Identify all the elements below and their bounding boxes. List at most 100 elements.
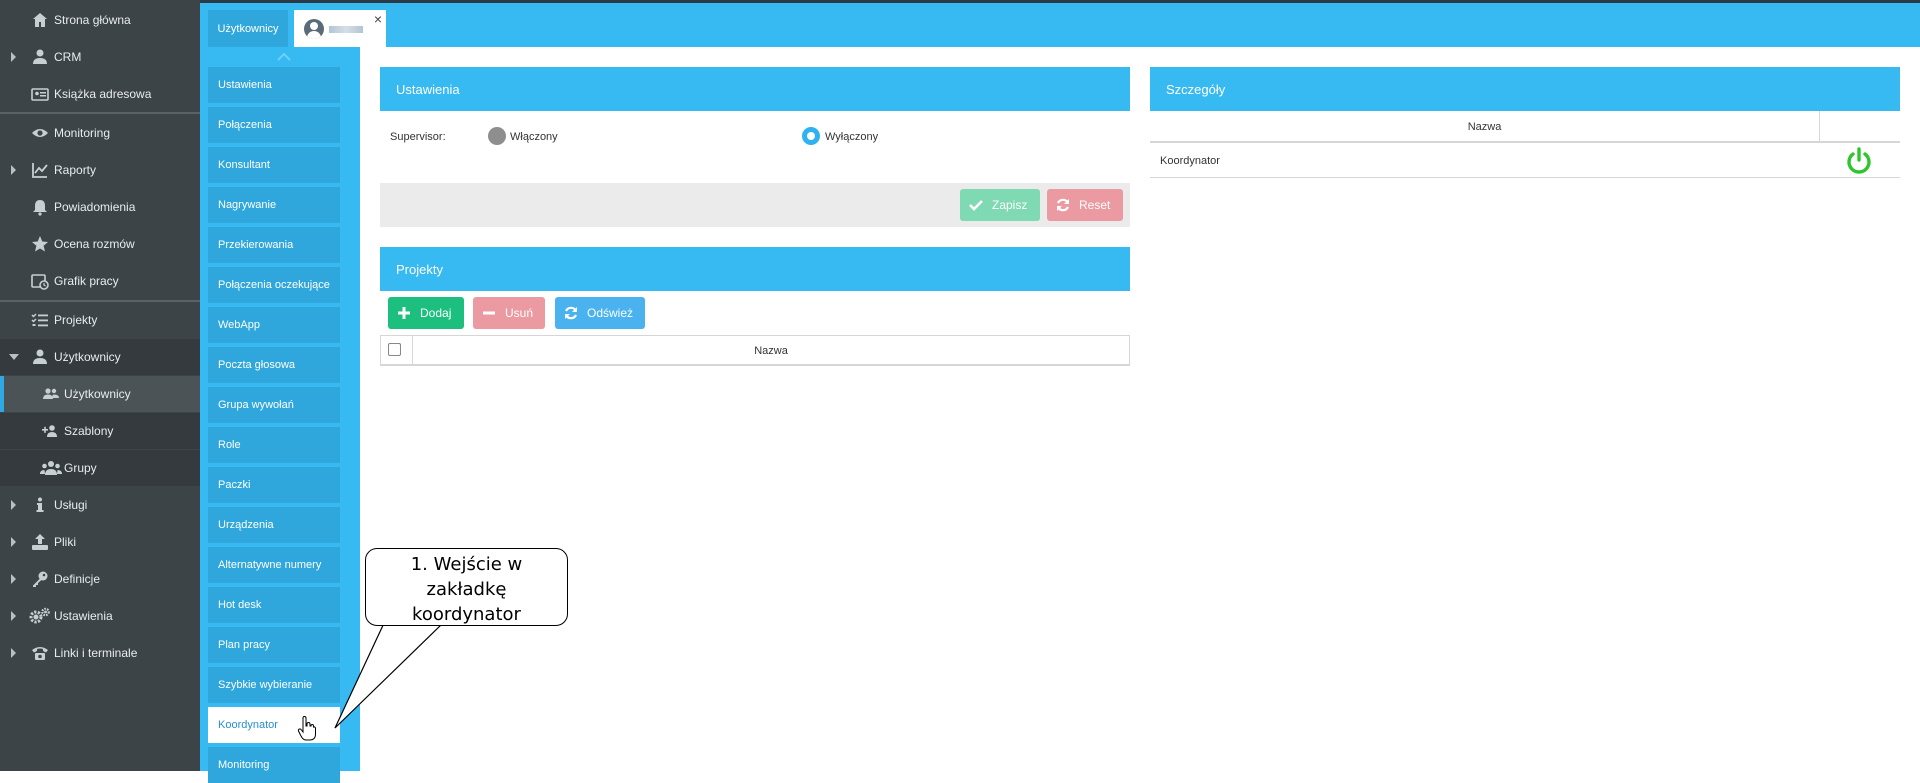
chevron-right-icon xyxy=(11,500,16,510)
calendar-clock-icon xyxy=(31,274,49,290)
nav-item-monitoring[interactable]: Monitoring xyxy=(0,115,200,151)
nav-label: Użytkownicy xyxy=(64,387,131,401)
nav-label: Szablony xyxy=(64,424,114,438)
section-menu-item[interactable]: Szybkie wybieranie xyxy=(208,667,340,703)
user-icon xyxy=(33,49,47,64)
nav-label: Monitoring xyxy=(54,126,111,140)
nav-divider xyxy=(0,112,200,114)
nav-item-address-book[interactable]: Książka adresowa xyxy=(0,76,200,112)
column-header-name[interactable]: Nazwa xyxy=(413,345,1129,357)
nav-label: Strona główna xyxy=(54,13,131,27)
left-navigation: Strona główna CRM Książka adresowa Monit… xyxy=(0,0,200,771)
upload-icon xyxy=(32,534,48,550)
reset-button[interactable]: Reset xyxy=(1047,189,1123,221)
section-menu-item[interactable]: Alternatywne numery xyxy=(208,547,340,583)
users-icon xyxy=(43,388,59,399)
chevron-up-icon[interactable] xyxy=(277,53,291,61)
section-menu-item[interactable]: Paczki xyxy=(208,467,340,503)
table-border xyxy=(380,335,381,366)
refresh-label: Odśwież xyxy=(587,306,634,320)
nav-item-users[interactable]: Użytkownicy xyxy=(0,339,200,375)
star-icon xyxy=(32,236,48,252)
section-menu-item[interactable]: Koordynator xyxy=(208,707,340,743)
section-menu-item[interactable]: Urządzenia xyxy=(208,507,340,543)
section-menu-item[interactable]: Przekierowania xyxy=(208,227,340,263)
table-border xyxy=(380,364,1130,366)
tab-users[interactable]: Użytkownicy xyxy=(208,10,288,47)
tab-label: Użytkownicy xyxy=(217,22,279,35)
section-menu-item[interactable]: WebApp xyxy=(208,307,340,343)
details-panel-header: Szczegóły xyxy=(1150,67,1900,111)
section-menu-item[interactable]: Połączenia oczekujące xyxy=(208,267,340,303)
nav-item-crm[interactable]: CRM xyxy=(0,39,200,75)
section-menu-item[interactable]: Ustawienia xyxy=(208,67,340,103)
radio-disabled-label[interactable]: Wyłączony xyxy=(825,131,878,143)
chevron-right-icon xyxy=(11,574,16,584)
section-menu-item[interactable]: Konsultant xyxy=(208,147,340,183)
refresh-button[interactable]: Odśwież xyxy=(555,297,645,329)
chevron-right-icon xyxy=(11,611,16,621)
remove-button[interactable]: Usuń xyxy=(473,297,545,329)
nav-item-settings[interactable]: Ustawienia xyxy=(0,598,200,634)
nav-item-notifications[interactable]: Powiadomienia xyxy=(0,189,200,225)
plus-icon xyxy=(398,307,410,319)
nav-item-definitions[interactable]: Definicje xyxy=(0,561,200,597)
bell-icon xyxy=(33,200,47,216)
add-button[interactable]: Dodaj xyxy=(388,297,464,329)
detail-row-name: Koordynator xyxy=(1160,155,1220,167)
nav-label: Książka adresowa xyxy=(54,87,152,101)
save-label: Zapisz xyxy=(992,198,1028,212)
panel-title: Projekty xyxy=(396,261,443,277)
nav-subitem-groups[interactable]: Grupy xyxy=(0,450,200,486)
nav-subitem-templates[interactable]: Szablony xyxy=(0,413,200,449)
panel-title: Ustawienia xyxy=(396,81,460,97)
table-border xyxy=(1819,111,1820,141)
check-icon xyxy=(969,200,983,211)
section-menu-item[interactable]: Poczta głosowa xyxy=(208,347,340,383)
tab-bar xyxy=(200,3,1920,47)
section-menu-item[interactable]: Połączenia xyxy=(208,107,340,143)
nav-label: Grupy xyxy=(64,461,97,475)
address-card-icon xyxy=(31,88,49,101)
nav-item-files[interactable]: Pliki xyxy=(0,524,200,560)
save-button[interactable]: Zapisz xyxy=(960,189,1040,221)
nav-item-schedule[interactable]: Grafik pracy xyxy=(0,263,200,299)
nav-item-links-terminals[interactable]: Linki i terminale xyxy=(0,635,200,671)
tab-user-profile[interactable]: × xyxy=(294,10,386,47)
section-menu-item[interactable]: Monitoring xyxy=(208,747,340,783)
nav-label: Grafik pracy xyxy=(54,274,119,288)
section-menu-item[interactable]: Nagrywanie xyxy=(208,187,340,223)
section-menu-item[interactable]: Role xyxy=(208,427,340,463)
user-plus-icon xyxy=(42,425,57,437)
nav-item-home[interactable]: Strona główna xyxy=(0,2,200,38)
nav-item-services[interactable]: Usługi xyxy=(0,487,200,523)
radio-enabled[interactable] xyxy=(488,127,506,145)
nav-subitem-users[interactable]: Użytkownicy xyxy=(0,376,200,412)
nav-label: CRM xyxy=(54,50,82,64)
section-menu-item[interactable]: Grupa wywołań xyxy=(208,387,340,423)
column-header-name[interactable]: Nazwa xyxy=(1150,121,1819,133)
callout-pointer xyxy=(334,620,443,729)
section-menu-item[interactable]: Hot desk xyxy=(208,587,340,623)
minus-icon xyxy=(483,311,495,315)
nav-label: Usługi xyxy=(54,498,88,512)
table-border xyxy=(1150,141,1900,143)
nav-label: Ocena rozmów xyxy=(54,237,135,251)
nav-item-reports[interactable]: Raporty xyxy=(0,152,200,188)
select-all-checkbox[interactable] xyxy=(388,343,401,356)
blurred-user-name xyxy=(329,26,363,33)
nav-label: Projekty xyxy=(54,313,98,327)
key-icon xyxy=(33,571,48,587)
radio-disabled[interactable] xyxy=(802,127,820,145)
power-icon[interactable] xyxy=(1844,146,1874,176)
tasks-icon xyxy=(31,313,48,327)
nav-label: Powiadomienia xyxy=(54,200,136,214)
nav-label: Ustawienia xyxy=(54,609,113,623)
section-menu-item[interactable]: Plan pracy xyxy=(208,627,340,663)
radio-enabled-label[interactable]: Włączony xyxy=(510,131,558,143)
avatar-icon xyxy=(304,19,324,39)
table-border xyxy=(1129,335,1130,366)
close-icon[interactable]: × xyxy=(374,11,382,27)
nav-item-projects[interactable]: Projekty xyxy=(0,302,200,338)
nav-item-call-rating[interactable]: Ocena rozmów xyxy=(0,226,200,262)
